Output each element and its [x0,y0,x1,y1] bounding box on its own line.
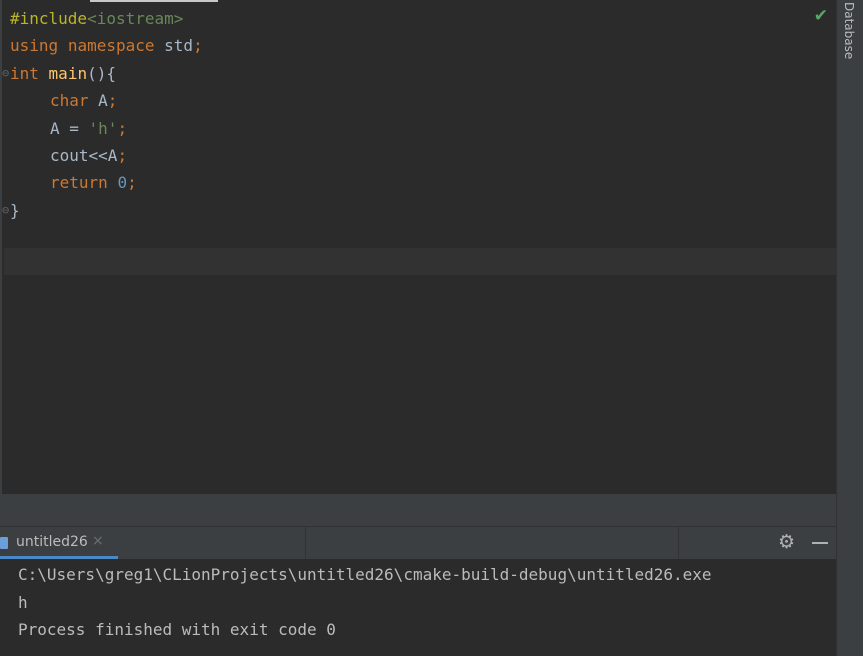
code-line-7: return 0; [10,169,203,196]
number-literal: 0 [117,173,128,193]
editor-tab-indicator [90,0,218,2]
char-literal: 'h' [88,118,118,138]
closing-brace: } [10,200,20,220]
code-line-3: ⊖ int main(){ [2,60,203,87]
fold-marker-icon[interactable]: ⊖ [2,197,10,224]
code-area[interactable]: #include<iostream> using namespace std; … [2,5,203,224]
fold-marker-icon[interactable]: ⊖ [2,60,10,87]
semicolon: ; [117,118,128,138]
semicolon: ; [127,173,137,193]
run-tab-label: untitled26 [16,534,88,550]
console-line: h [18,593,28,612]
gear-icon[interactable]: ⚙ [778,531,795,553]
variable-decl: A [88,91,108,111]
cout-expression: cout<<A [50,145,118,165]
keyword-using: using [10,36,59,56]
check-icon[interactable]: ✔ [814,6,828,26]
function-name: main [48,63,88,83]
keyword-return: return [50,173,108,193]
semicolon: ; [117,145,128,165]
editor-bottom-area [0,494,836,526]
console-line: C:\Users\greg1\CLionProjects\untitled26\… [18,565,712,584]
run-console[interactable]: C:\Users\greg1\CLionProjects\untitled26\… [0,559,836,656]
keyword-int: int [10,63,39,83]
run-config-icon [0,537,8,549]
assignment-lhs: A = [50,118,89,138]
code-line-4: char A; [10,87,203,114]
preprocessor-directive: #include [10,9,88,28]
right-tool-strip: Database [836,0,863,656]
code-line-5: A = 'h'; [10,115,203,142]
semicolon: ; [193,36,203,56]
code-line-8: ⊖} [2,197,203,224]
keyword-namespace: namespace [67,36,155,56]
close-icon[interactable]: × [92,533,104,549]
code-line-1: #include<iostream> [10,5,203,32]
code-line-2: using namespace std; [10,32,203,59]
header-divider [678,527,679,559]
function-parens: (){ [87,63,116,83]
keyword-char: char [50,91,89,111]
run-tab[interactable]: untitled26 × [0,527,118,559]
database-tool-button[interactable]: Database [842,2,856,59]
code-editor[interactable]: ✔ #include<iostream> using namespace std… [0,0,838,494]
header-divider [305,527,306,559]
run-panel-header: untitled26 × ⚙ [0,526,836,559]
include-header: <iostream> [87,9,184,28]
minimize-icon[interactable] [812,542,828,544]
console-line: Process finished with exit code 0 [18,620,336,639]
code-line-6: cout<<A; [10,142,203,169]
semicolon: ; [107,91,118,111]
current-line-highlight [4,248,838,275]
namespace-name: std [164,36,194,56]
